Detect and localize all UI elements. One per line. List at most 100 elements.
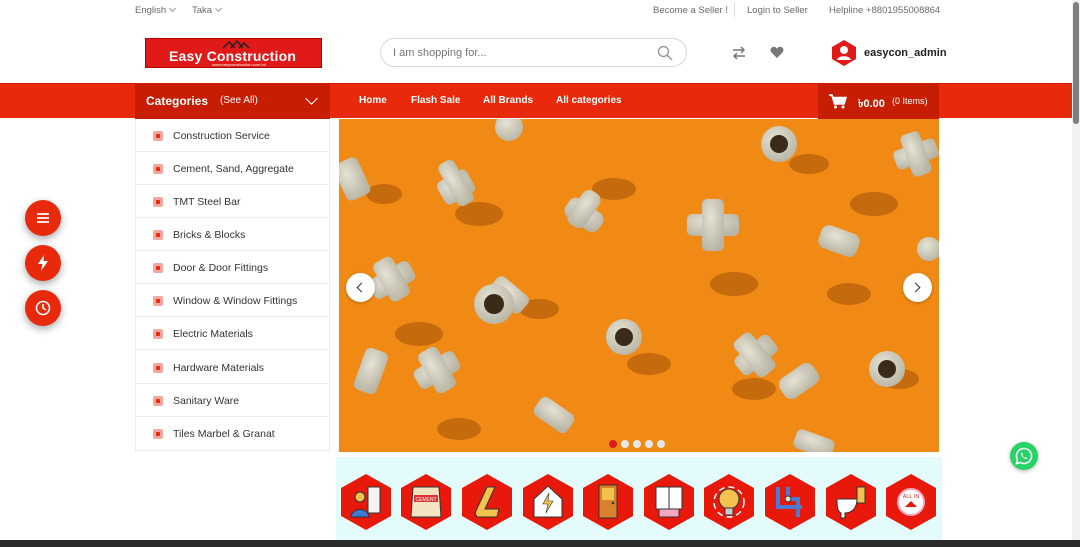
bulb-icon[interactable] [703,473,755,531]
language-dropdown[interactable]: English [135,4,177,16]
category-label: Tiles Marbel & Granat [173,428,275,440]
divider [734,3,735,17]
category-icon [153,429,163,439]
category-icon [153,131,163,141]
category-label: Electric Materials [173,328,253,340]
sanitary-icon[interactable] [825,473,877,531]
category-label: Cement, Sand, Aggregate [173,163,294,175]
clock-icon [35,300,51,316]
window-icon[interactable] [643,473,695,531]
category-label: Sanitary Ware [173,395,240,407]
flash-icon [38,255,48,271]
taskbar-strip [0,540,1080,547]
scrollbar-thumb[interactable] [1073,2,1079,124]
nav-home[interactable]: Home [359,95,387,106]
chevron-left-icon [356,282,367,293]
brand-logo[interactable]: Easy Construction www.easyconstruction.c… [145,38,322,68]
history-fab-button[interactable] [25,290,61,326]
menu-icon [37,213,49,223]
menu-fab-button[interactable] [25,200,61,236]
slider-pagination [609,435,669,452]
nav-flash-sale[interactable]: Flash Sale [411,95,460,106]
category-icon [153,396,163,406]
search-input[interactable] [393,45,643,61]
category-icon [153,263,163,273]
page-scrollbar[interactable] [1072,0,1080,540]
slider-dot[interactable] [657,440,665,448]
currency-label: Taka [192,5,213,16]
category-label: Construction Service [173,130,270,142]
whatsapp-button[interactable] [1010,442,1038,470]
category-item[interactable]: Hardware Materials [136,351,329,384]
category-label: Door & Door Fittings [173,262,269,274]
username[interactable]: easycon_admin [864,47,947,59]
hero-slider[interactable] [339,119,939,452]
main-nav: Categories (See All) Home Flash Sale All… [0,83,1072,119]
category-item[interactable]: Sanitary Ware [136,384,329,417]
see-all-link[interactable]: (See All) [220,95,258,106]
worker-icon[interactable] [340,473,392,531]
avatar[interactable] [831,40,857,66]
category-icon [153,296,163,306]
category-item[interactable]: Door & Door Fittings [136,251,329,284]
language-label: English [135,5,167,16]
door-icon[interactable] [582,473,634,531]
category-icon [153,197,163,207]
category-item[interactable]: Tiles Marbel & Granat [136,417,329,450]
nav-all-brands[interactable]: All Brands [483,95,533,106]
chevron-right-icon [910,282,921,293]
slider-dot[interactable] [633,440,641,448]
category-item[interactable]: Window & Window Fittings [136,284,329,317]
steel-bar-icon[interactable] [461,473,513,531]
electric-house-icon[interactable] [522,473,574,531]
nav-all-categories[interactable]: All categories [556,95,622,106]
search-bar [380,38,687,67]
plumbing-icon[interactable] [764,473,816,531]
category-icon [153,363,163,373]
category-icon [153,329,163,339]
cart-amount: ৳0.00 [858,98,885,110]
whatsapp-icon [1015,447,1033,465]
category-label: Hardware Materials [173,362,265,374]
category-label: Bricks & Blocks [173,229,246,241]
chevron-down-icon [215,4,223,13]
become-seller-link[interactable]: Become a Seller ! [653,5,728,16]
cart-item-count: (0 Items) [892,96,928,106]
slider-dot[interactable] [621,440,629,448]
category-label: Window & Window Fittings [173,295,298,307]
category-icon [153,164,163,174]
page: English Taka Become a Seller ! Login to … [0,0,1080,547]
categories-toggle[interactable]: Categories (See All) [135,84,330,119]
slider-next-button[interactable] [903,273,932,302]
cement-icon[interactable]: CEMENT [400,473,452,531]
login-seller-link[interactable]: Login to Seller [747,5,808,16]
flash-fab-button[interactable] [25,245,61,281]
cart-icon [829,94,847,109]
categories-title: Categories [146,94,209,108]
category-icon-strip: CEMENT ALL IN [336,457,942,547]
category-item[interactable]: Construction Service [136,119,329,152]
category-icon [153,230,163,240]
slider-prev-button[interactable] [346,273,375,302]
slider-dot[interactable] [645,440,653,448]
cart-button[interactable]: ৳0.00 (0 Items) [818,84,939,119]
search-icon[interactable] [657,45,673,61]
category-item[interactable]: Electric Materials [136,317,329,350]
category-label: TMT Steel Bar [173,196,241,208]
category-item[interactable]: Cement, Sand, Aggregate [136,152,329,185]
chevron-down-icon [169,4,177,13]
chevron-down-icon [305,92,318,105]
currency-dropdown[interactable]: Taka [192,4,223,16]
wishlist-heart-icon[interactable] [770,46,784,59]
top-bar: English Taka Become a Seller ! Login to … [0,0,1072,22]
category-item[interactable]: TMT Steel Bar [136,185,329,218]
compare-icon[interactable] [732,46,746,60]
slider-dot[interactable] [609,440,617,448]
helpline-text: Helpline +8801955008864 [829,5,941,16]
pipe-fittings-banner-image [339,119,939,452]
category-item[interactable]: Bricks & Blocks [136,218,329,251]
all-in-label: ALL IN [903,494,920,500]
brand-tagline: www.easyconstruction.com.bd [212,62,266,67]
category-list: Construction Service Cement, Sand, Aggre… [135,119,330,451]
all-in-icon[interactable]: ALL IN [885,473,937,531]
